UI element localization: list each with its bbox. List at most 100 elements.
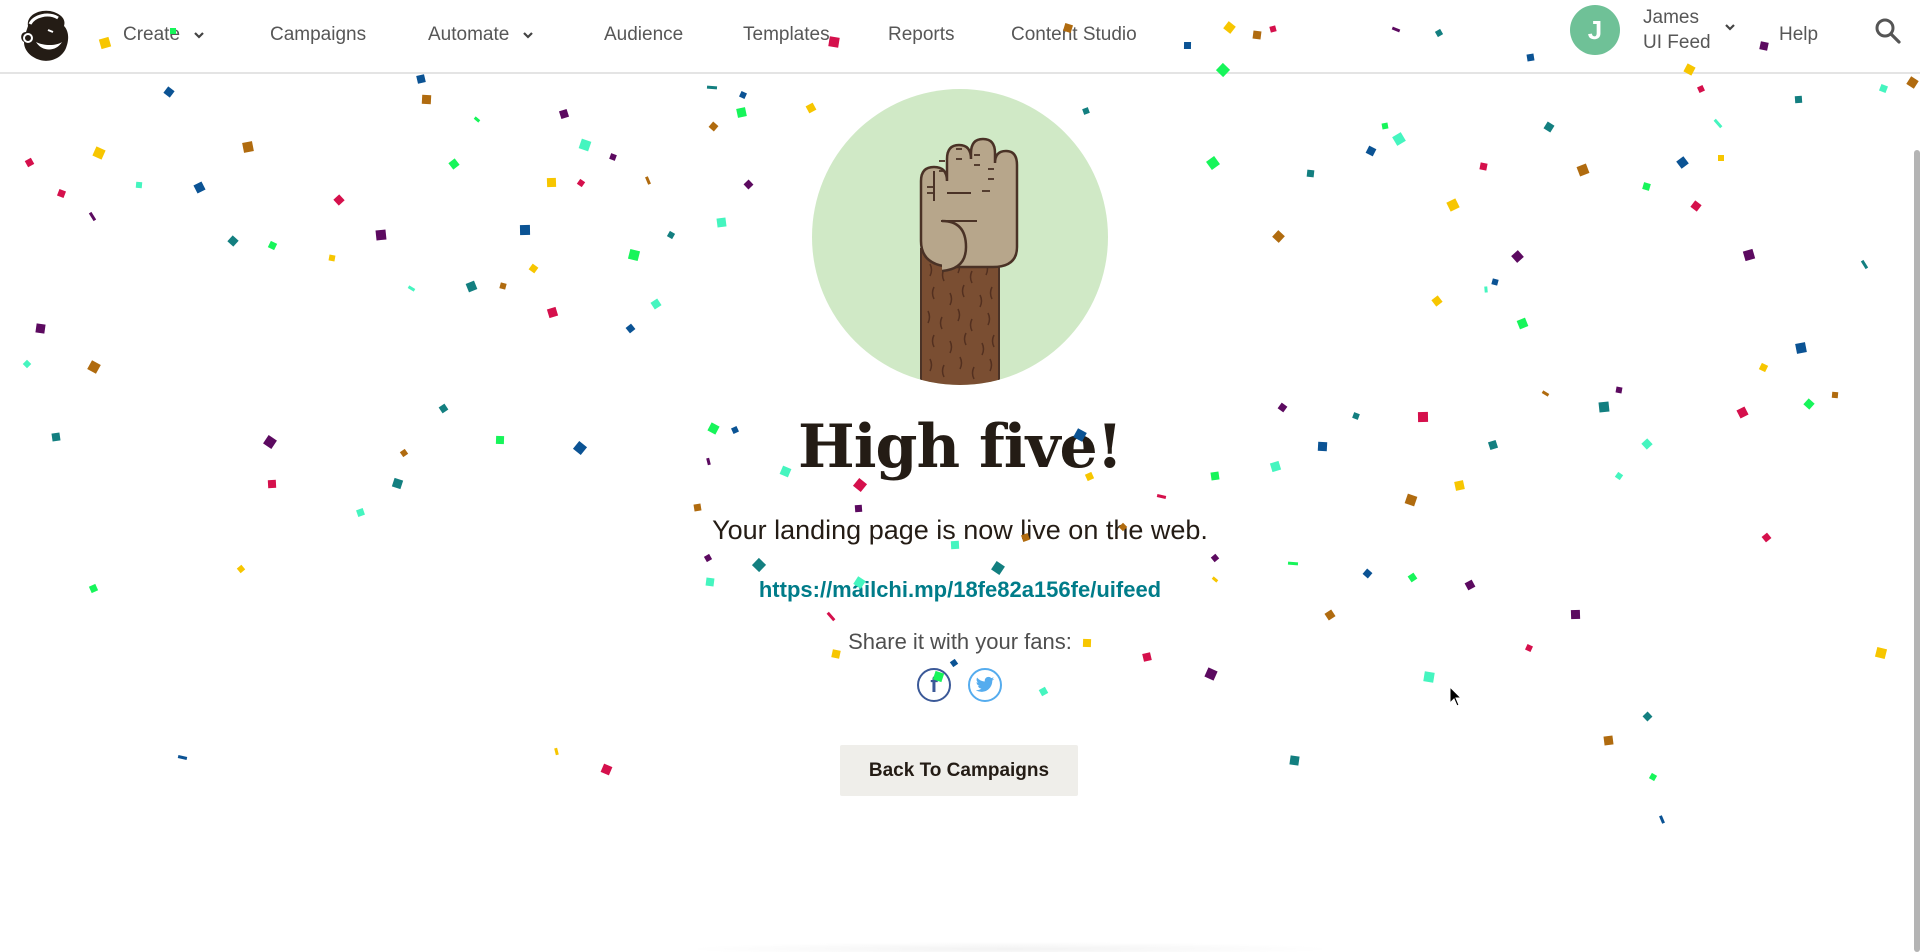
nav-create-label: Create <box>123 24 181 45</box>
confetti-piece <box>1365 145 1377 157</box>
confetti-piece <box>1758 362 1769 373</box>
confetti-piece <box>56 188 67 199</box>
confetti-piece <box>1642 182 1651 191</box>
nav-audience[interactable]: Audience <box>604 20 683 50</box>
confetti-piece <box>743 179 754 190</box>
confetti-piece <box>421 94 432 105</box>
nav-help-label: Help <box>1779 24 1819 45</box>
confetti-piece <box>1713 118 1723 129</box>
page-subtitle: Your landing page is now live on the web… <box>712 515 1208 545</box>
account-menu[interactable]: James UI Feed <box>1643 5 1711 55</box>
confetti-piece <box>1446 198 1460 212</box>
confetti-piece <box>736 107 747 118</box>
confetti-piece <box>1570 609 1581 620</box>
confetti-piece <box>1206 156 1220 170</box>
confetti-piece <box>1803 398 1815 410</box>
confetti-piece <box>1277 402 1288 413</box>
confetti-piece <box>1603 735 1614 746</box>
confetti-piece <box>1676 156 1689 169</box>
avatar[interactable]: J <box>1570 5 1620 55</box>
nav-campaigns-label: Campaigns <box>270 24 367 45</box>
confetti-piece <box>88 211 97 222</box>
high-five-illustration <box>812 89 1108 385</box>
chevron-down-icon <box>523 32 534 39</box>
confetti-piece <box>1484 286 1488 293</box>
confetti-piece <box>1289 755 1300 766</box>
back-to-campaigns-button[interactable]: Back To Campaigns <box>840 745 1078 796</box>
confetti-piece <box>708 121 719 132</box>
confetti-piece <box>1404 493 1418 507</box>
confetti-piece <box>35 323 46 334</box>
confetti-piece <box>854 504 863 513</box>
confetti-piece <box>751 557 767 573</box>
nav-campaigns[interactable]: Campaigns <box>270 20 366 50</box>
nav-audience-label: Audience <box>604 24 684 45</box>
confetti-piece <box>499 282 507 290</box>
confetti-piece <box>22 359 32 369</box>
nav-reports-label: Reports <box>888 24 955 45</box>
confetti-piece <box>600 763 613 776</box>
confetti-piece <box>546 306 559 319</box>
confetti-piece <box>739 91 747 99</box>
nav-help[interactable]: Help <box>1779 20 1818 50</box>
nav-content-studio-label: Content Studio <box>1011 24 1137 45</box>
confetti-piece <box>1491 278 1499 286</box>
confetti-piece <box>1642 711 1653 722</box>
vertical-scrollbar[interactable] <box>1914 150 1920 952</box>
nav-reports[interactable]: Reports <box>888 20 955 50</box>
confetti-piece <box>1324 609 1336 621</box>
confetti-piece <box>1860 259 1869 270</box>
confetti-piece <box>1906 76 1919 89</box>
confetti-piece <box>1511 250 1524 263</box>
confetti-piece <box>177 755 188 760</box>
confetti-piece <box>1210 553 1220 563</box>
confetti-piece <box>650 298 662 310</box>
confetti-piece <box>627 248 641 262</box>
confetti-piece <box>1598 401 1610 413</box>
mouse-cursor-icon <box>1449 686 1463 707</box>
confetti-piece <box>546 177 557 188</box>
confetti-piece <box>1431 295 1443 307</box>
nav-templates[interactable]: Templates <box>743 20 830 50</box>
search-icon[interactable] <box>1873 16 1903 46</box>
twitter-share-button[interactable] <box>968 668 1002 702</box>
confetti-piece <box>1615 386 1623 394</box>
confetti-piece <box>645 176 651 185</box>
confetti-piece <box>1697 85 1705 93</box>
confetti-piece <box>1543 121 1555 133</box>
confetti-piece <box>407 285 416 292</box>
nav-automate[interactable]: Automate <box>428 20 535 50</box>
confetti-piece <box>519 224 531 236</box>
chevron-down-icon[interactable] <box>1723 20 1737 34</box>
page-title: High five! <box>798 412 1123 482</box>
share-label: Share it with your fans: <box>848 629 1072 654</box>
confetti-piece <box>625 323 636 334</box>
nav-automate-label: Automate <box>428 24 510 45</box>
confetti-piece <box>236 564 246 574</box>
confetti-piece <box>135 181 143 189</box>
confetti-piece <box>826 611 836 622</box>
nav-create[interactable]: Create <box>123 20 206 50</box>
confetti-piece <box>1479 162 1488 171</box>
confetti-piece <box>1742 248 1756 262</box>
confetti-piece <box>991 561 1005 575</box>
confetti-piece <box>1690 200 1702 212</box>
confetti-piece <box>193 181 206 194</box>
confetti-piece <box>267 240 278 251</box>
confetti-piece <box>609 153 617 161</box>
confetti-piece <box>558 108 570 120</box>
nav-templates-label: Templates <box>743 24 830 45</box>
account-org: UI Feed <box>1643 32 1711 53</box>
confetti-piece <box>1541 390 1550 397</box>
nav-content-studio[interactable]: Content Studio <box>1011 20 1137 50</box>
confetti-piece <box>1831 391 1839 399</box>
confetti-piece <box>666 230 676 240</box>
landing-page-url-link[interactable]: https://mailchi.mp/18fe82a156fe/uifeed <box>0 577 1920 603</box>
chevron-down-icon <box>194 32 204 39</box>
confetti-piece <box>706 85 718 90</box>
facebook-share-button[interactable]: f <box>917 668 951 702</box>
hand-icon <box>919 137 1019 385</box>
mailchimp-logo-icon[interactable] <box>16 6 72 64</box>
confetti-piece <box>1718 155 1724 161</box>
confetti-piece <box>465 280 478 293</box>
